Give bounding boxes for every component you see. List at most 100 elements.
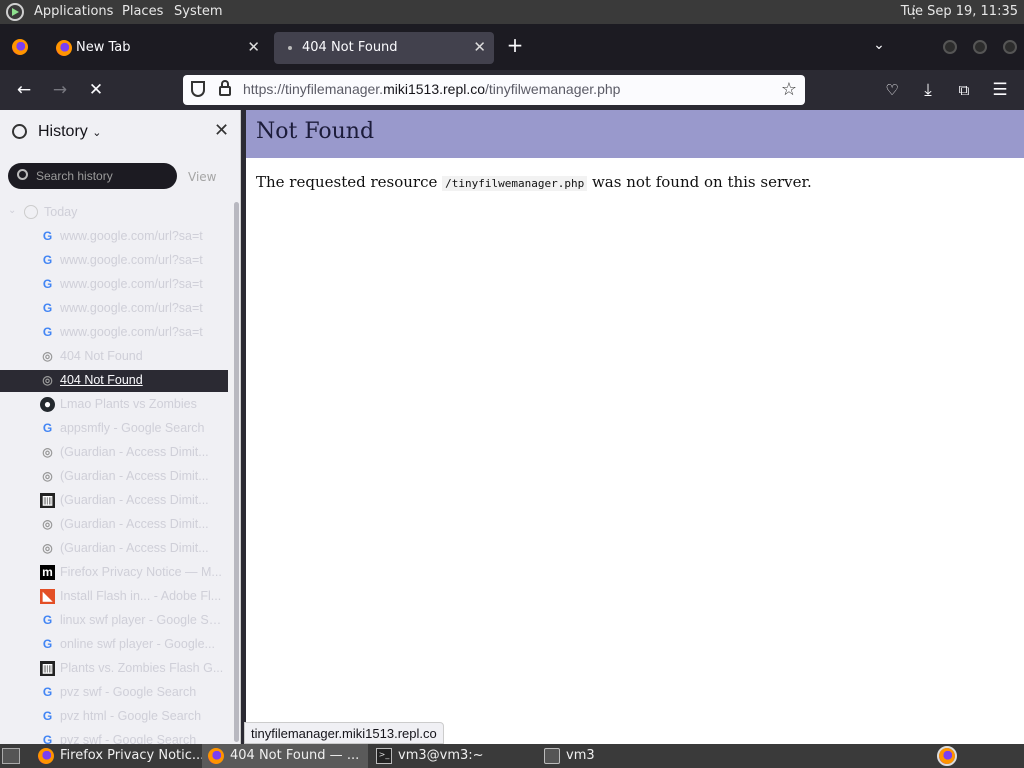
downloads-icon[interactable]: ⤓ bbox=[916, 78, 940, 102]
archive-favicon-icon: ▥ bbox=[40, 493, 55, 508]
url-text[interactable]: https://tinyfilemanager.miki1513.repl.co… bbox=[243, 81, 620, 97]
history-item[interactable]: Gpvz html - Google Search bbox=[0, 706, 228, 728]
message-prefix: The requested resource bbox=[256, 173, 443, 191]
terminal-icon: >_ bbox=[376, 748, 392, 764]
history-item-label: (Guardian - Access Dimit... bbox=[60, 541, 209, 555]
sidebar-header: History ⌄ ✕ bbox=[0, 110, 240, 154]
firefox-icon bbox=[56, 40, 72, 56]
google-favicon-icon: G bbox=[42, 733, 53, 744]
sidebar-scrollbar[interactable] bbox=[234, 202, 239, 742]
maximize-button[interactable] bbox=[973, 40, 987, 54]
tab-404-not-found[interactable]: 404 Not Found ✕ bbox=[274, 32, 494, 64]
taskbar-item-404[interactable]: 404 Not Found — ... bbox=[202, 744, 368, 768]
url-domain: miki1513.repl.co bbox=[383, 81, 486, 97]
history-item[interactable]: Gwww.google.com/url?sa=t bbox=[0, 298, 228, 320]
history-item[interactable]: ◎ 404 Not Found bbox=[0, 370, 228, 392]
tab-new-tab[interactable]: New Tab ✕ bbox=[44, 32, 268, 64]
bookmark-star-icon[interactable]: ☆ bbox=[781, 79, 797, 100]
nav-toolbar: ← → ✕ https://tinyfilemanager.miki1513.r… bbox=[0, 70, 1024, 110]
history-item[interactable]: Gappsmfly - Google Search bbox=[0, 418, 228, 440]
taskbar-item-folder[interactable]: vm3 bbox=[538, 744, 704, 768]
tab-label: 404 Not Found bbox=[302, 40, 398, 55]
tab-list-chevron-down-icon[interactable]: ⌄ bbox=[868, 34, 890, 56]
history-item[interactable]: ● Lmao Plants vs Zombies bbox=[0, 394, 228, 416]
hamburger-menu-icon[interactable]: ☰ bbox=[988, 78, 1012, 102]
history-sidebar: History ⌄ ✕ View ⌄ Today Gwww.google.com… bbox=[0, 110, 241, 744]
forward-arrow-icon[interactable]: → bbox=[48, 78, 72, 102]
history-item[interactable]: ◎ 404 Not Found bbox=[0, 346, 228, 368]
globe-favicon-icon: ◎ bbox=[42, 445, 53, 459]
history-item[interactable]: ▥ (Guardian - Access Dimit... bbox=[0, 490, 228, 512]
places-menu[interactable]: Places bbox=[122, 4, 163, 19]
google-favicon-icon: G bbox=[42, 685, 53, 699]
clock-icon bbox=[12, 124, 27, 139]
history-item[interactable]: Gwww.google.com/url?sa=t bbox=[0, 274, 228, 296]
mozilla-favicon-icon: m bbox=[40, 565, 55, 580]
history-item[interactable]: ◣ Install Flash in... - Adobe Fl... bbox=[0, 586, 228, 608]
globe-favicon-icon: ◎ bbox=[42, 517, 53, 531]
history-item-label: linux swf player - Google Se... bbox=[60, 613, 226, 627]
gnome-foot-icon[interactable] bbox=[6, 3, 24, 21]
taskbar-item-firefox-privacy[interactable]: Firefox Privacy Notic... bbox=[32, 744, 204, 768]
history-item[interactable]: ◎ (Guardian - Access Dimit... bbox=[0, 538, 228, 560]
history-item[interactable]: Gwww.google.com/url?sa=t bbox=[0, 226, 228, 248]
system-menu[interactable]: System bbox=[174, 4, 222, 19]
history-search-box[interactable] bbox=[8, 163, 177, 189]
history-group-today[interactable]: ⌄ Today bbox=[0, 202, 228, 224]
not-found-banner: Not Found bbox=[246, 110, 1024, 158]
history-item[interactable]: ◎ (Guardian - Access Dimit... bbox=[0, 514, 228, 536]
history-item[interactable]: m Firefox Privacy Notice — M... bbox=[0, 562, 228, 584]
history-item-label: appsmfly - Google Search bbox=[60, 421, 205, 435]
globe-favicon-icon: ◎ bbox=[42, 541, 53, 555]
loading-dot-icon bbox=[288, 46, 292, 50]
history-item[interactable]: Gpvz swf - Google Search bbox=[0, 730, 228, 744]
google-favicon-icon: G bbox=[42, 613, 53, 627]
task-label: vm3@vm3:~ bbox=[398, 748, 484, 763]
page-content: Not Found The requested resource /tinyfi… bbox=[246, 110, 1024, 744]
history-item[interactable]: ◎ (Guardian - Access Dimit... bbox=[0, 466, 228, 488]
view-button[interactable]: View bbox=[188, 170, 216, 184]
shield-icon[interactable] bbox=[191, 81, 205, 97]
url-path: /tinyfilwemanager.php bbox=[485, 81, 621, 97]
history-item-label: 404 Not Found bbox=[60, 349, 143, 363]
history-item[interactable]: Gpvz swf - Google Search bbox=[0, 682, 228, 704]
history-item-label: (Guardian - Access Dimit... bbox=[60, 445, 209, 459]
close-icon[interactable]: ✕ bbox=[473, 38, 486, 56]
history-item[interactable]: Gwww.google.com/url?sa=t bbox=[0, 322, 228, 344]
close-sidebar-icon[interactable]: ✕ bbox=[214, 120, 229, 141]
history-item[interactable]: ◎ (Guardian - Access Dimit... bbox=[0, 442, 228, 464]
history-item[interactable]: ▥ Plants vs. Zombies Flash G... bbox=[0, 658, 228, 680]
taskbar-item-terminal[interactable]: >_ vm3@vm3:~ bbox=[370, 744, 536, 768]
search-input[interactable] bbox=[36, 167, 170, 185]
url-scheme-host: https://tinyfilemanager. bbox=[243, 81, 384, 97]
firefox-icon bbox=[208, 748, 224, 764]
sidebar-title[interactable]: History ⌄ bbox=[38, 123, 101, 141]
history-item-label: Lmao Plants vs Zombies bbox=[60, 397, 197, 411]
clock[interactable]: Tue Sep 19, 11:35 bbox=[901, 4, 1018, 19]
firefox-tray-icon[interactable] bbox=[937, 746, 957, 766]
close-window-button[interactable] bbox=[1003, 40, 1017, 54]
close-icon[interactable]: ✕ bbox=[247, 38, 260, 56]
back-arrow-icon[interactable]: ← bbox=[12, 78, 36, 102]
show-desktop-icon[interactable] bbox=[2, 748, 20, 764]
lock-shackle bbox=[221, 80, 229, 88]
history-item[interactable]: Gonline swf player - Google... bbox=[0, 634, 228, 656]
pocket-icon[interactable]: ♡ bbox=[880, 78, 904, 102]
firefox-menu-icon[interactable] bbox=[12, 39, 28, 55]
extensions-icon[interactable]: ⧉ bbox=[952, 78, 976, 102]
history-item[interactable]: Glinux swf player - Google Se... bbox=[0, 610, 228, 632]
page-heading: Not Found bbox=[256, 119, 375, 144]
tab-label: New Tab bbox=[76, 40, 131, 55]
url-bar[interactable]: https://tinyfilemanager.miki1513.repl.co… bbox=[183, 75, 805, 105]
history-item-label: www.google.com/url?sa=t bbox=[60, 325, 203, 339]
globe-favicon-icon: ◎ bbox=[42, 469, 53, 483]
history-item[interactable]: Gwww.google.com/url?sa=t bbox=[0, 250, 228, 272]
stop-loading-icon[interactable]: ✕ bbox=[84, 78, 108, 102]
history-item-label: (Guardian - Access Dimit... bbox=[60, 493, 209, 507]
not-found-message: The requested resource /tinyfilwemanager… bbox=[256, 173, 812, 191]
applications-menu[interactable]: Applications bbox=[34, 4, 113, 19]
new-tab-plus-icon[interactable]: + bbox=[504, 34, 526, 56]
resource-path: /tinyfilwemanager.php bbox=[442, 176, 588, 191]
minimize-button[interactable] bbox=[943, 40, 957, 54]
history-item-label: 404 Not Found bbox=[60, 373, 143, 387]
